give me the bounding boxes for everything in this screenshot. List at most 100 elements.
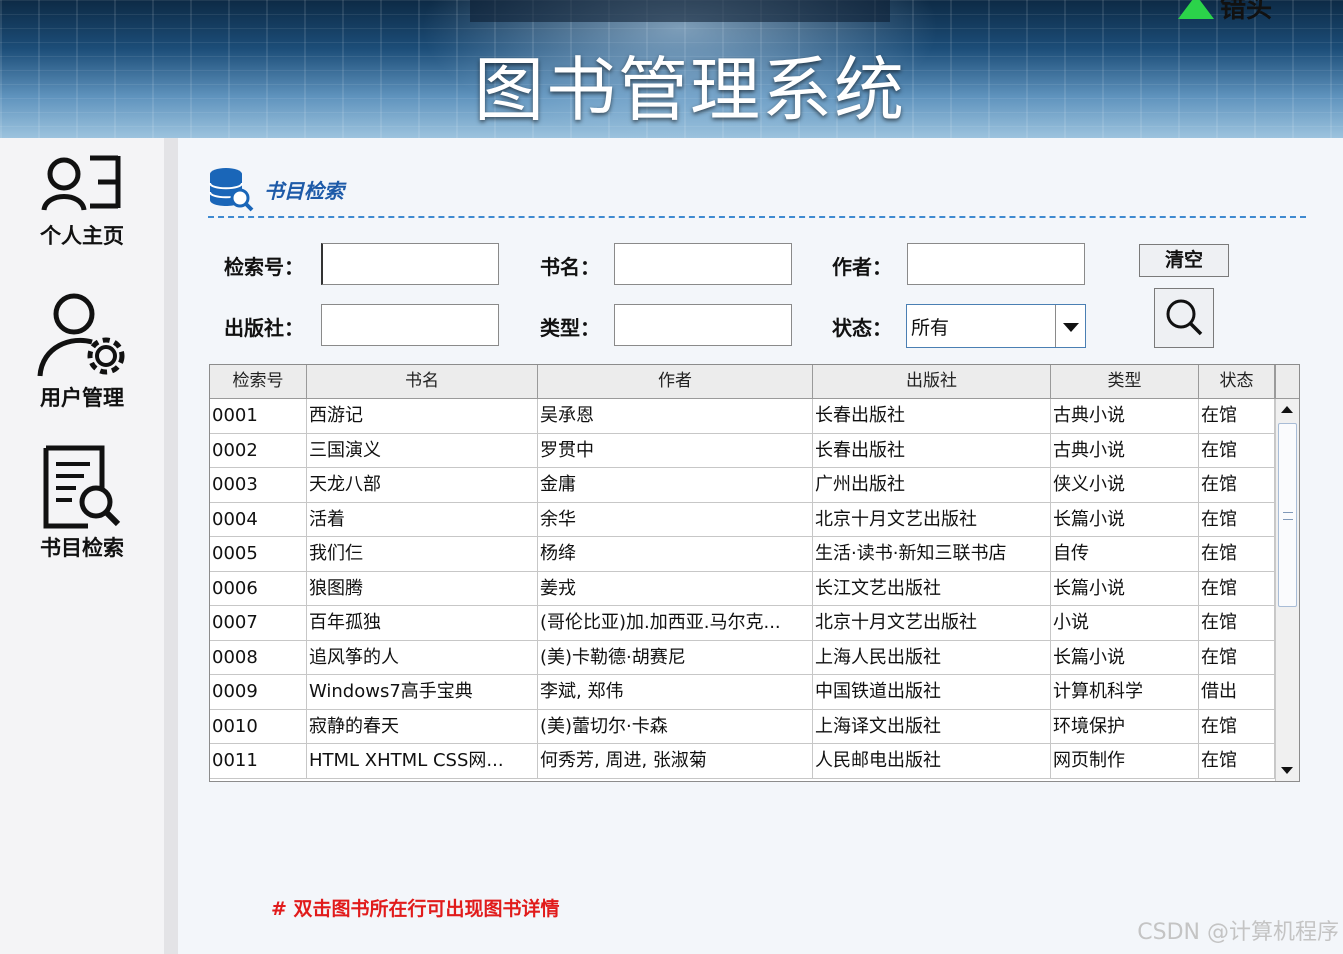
sidebar: 个人主页 用户管理 书目检索 bbox=[0, 138, 164, 954]
author-input[interactable] bbox=[907, 243, 1085, 285]
table-cell: 0001 bbox=[210, 399, 307, 434]
table-row[interactable]: 0005 我们仨 杨绛 生活·读书·新知三联书店 自传 在馆 bbox=[210, 537, 1275, 572]
table-row[interactable]: 0008 追风筝的人 (美)卡勒德·胡赛尼 上海人民出版社 长篇小说 在馆 bbox=[210, 640, 1275, 675]
table-cell: 在馆 bbox=[1199, 399, 1275, 434]
code-input[interactable] bbox=[321, 243, 499, 285]
status-select[interactable]: 所有 bbox=[906, 304, 1086, 348]
table-scrollbar[interactable] bbox=[1275, 399, 1299, 781]
table-row[interactable]: 0004 活着 余华 北京十月文艺出版社 长篇小说 在馆 bbox=[210, 502, 1275, 537]
clear-button[interactable]: 清空 bbox=[1139, 244, 1229, 277]
table-cell: 在馆 bbox=[1199, 537, 1275, 572]
table-cell: 0002 bbox=[210, 433, 307, 468]
exit-label: 错头 bbox=[1220, 0, 1273, 24]
document-search-icon bbox=[43, 445, 121, 529]
table-cell: 小说 bbox=[1051, 606, 1199, 641]
type-label: 类型： bbox=[540, 316, 600, 340]
table-cell: 中国铁道出版社 bbox=[813, 675, 1051, 710]
scroll-down-icon[interactable] bbox=[1276, 759, 1299, 781]
table-cell: 余华 bbox=[538, 502, 813, 537]
table-row[interactable]: 0001 西游记 吴承恩 长春出版社 古典小说 在馆 bbox=[210, 399, 1275, 434]
table-cell: 百年孤独 bbox=[307, 606, 538, 641]
table-cell: 0003 bbox=[210, 468, 307, 503]
table-row[interactable]: 0009 Windows7高手宝典 李斌, 郑伟 中国铁道出版社 计算机科学 借出 bbox=[210, 675, 1275, 710]
sidebar-divider bbox=[164, 138, 178, 954]
table-cell: 0008 bbox=[210, 640, 307, 675]
table-cell: 寂静的春天 bbox=[307, 709, 538, 744]
type-input[interactable] bbox=[614, 304, 792, 346]
exit-button[interactable]: 错头 bbox=[1178, 0, 1272, 25]
table-cell: 人民邮电出版社 bbox=[813, 744, 1051, 779]
table-cell: 姜戎 bbox=[538, 571, 813, 606]
table-cell: 0007 bbox=[210, 606, 307, 641]
scroll-thumb[interactable] bbox=[1278, 423, 1297, 607]
database-search-icon bbox=[209, 168, 254, 212]
table-cell: (美)蕾切尔·卡森 bbox=[538, 709, 813, 744]
table-cell: 吴承恩 bbox=[538, 399, 813, 434]
publisher-label: 出版社： bbox=[224, 316, 304, 340]
column-header[interactable]: 检索号 bbox=[210, 365, 307, 399]
table-row[interactable]: 0010 寂静的春天 (美)蕾切尔·卡森 上海译文出版社 环境保护 在馆 bbox=[210, 709, 1275, 744]
search-button[interactable] bbox=[1154, 288, 1214, 348]
sidebar-item-users[interactable]: 用户管理 bbox=[0, 290, 164, 412]
sidebar-item-label: 书目检索 bbox=[40, 536, 124, 560]
section-divider bbox=[208, 216, 1306, 218]
chevron-down-icon[interactable] bbox=[1055, 305, 1085, 347]
table-cell: 0005 bbox=[210, 537, 307, 572]
name-input[interactable] bbox=[614, 243, 792, 285]
table-cell: 在馆 bbox=[1199, 744, 1275, 779]
table-row[interactable]: 0006 狼图腾 姜戎 长江文艺出版社 长篇小说 在馆 bbox=[210, 571, 1275, 606]
table-cell: 生活·读书·新知三联书店 bbox=[813, 537, 1051, 572]
table-cell: 0004 bbox=[210, 502, 307, 537]
table-row[interactable]: 0011 HTML XHTML CSS网... 何秀芳, 周进, 张淑菊 人民邮电出版… bbox=[210, 744, 1275, 779]
user-settings-icon bbox=[37, 293, 125, 377]
column-header[interactable]: 作者 bbox=[538, 365, 813, 399]
table-cell: HTML XHTML CSS网... bbox=[307, 744, 538, 779]
main-panel: 书目检索 检索号： 书名： 作者： 清空 出版社： 类型： 状态： 所有 检索号… bbox=[178, 138, 1343, 954]
table-cell: Windows7高手宝典 bbox=[307, 675, 538, 710]
table-cell: 三国演义 bbox=[307, 433, 538, 468]
table-cell: 计算机科学 bbox=[1051, 675, 1199, 710]
table-body: 0001 西游记 吴承恩 长春出版社 古典小说 在馆 0002 三国演义 罗贯中 长春出版社 古典小… bbox=[210, 399, 1275, 779]
section-header: 书目检索 bbox=[208, 166, 344, 212]
table-cell: 在馆 bbox=[1199, 640, 1275, 675]
sidebar-item-label: 用户管理 bbox=[40, 386, 124, 410]
table-cell: 狼图腾 bbox=[307, 571, 538, 606]
table-row[interactable]: 0003 天龙八部 金庸 广州出版社 侠义小说 在馆 bbox=[210, 468, 1275, 503]
table-cell: 我们仨 bbox=[307, 537, 538, 572]
table-cell: 长江文艺出版社 bbox=[813, 571, 1051, 606]
app-title: 图书管理系统 bbox=[474, 49, 906, 131]
table-cell: 长篇小说 bbox=[1051, 640, 1199, 675]
table-cell: 何秀芳, 周进, 张淑菊 bbox=[538, 744, 813, 779]
sidebar-item-label: 个人主页 bbox=[40, 224, 124, 248]
column-header[interactable]: 状态 bbox=[1199, 365, 1275, 399]
banner-shade bbox=[470, 0, 890, 22]
table-cell: 古典小说 bbox=[1051, 399, 1199, 434]
table-header: 检索号 书名 作者 出版社 类型 状态 bbox=[210, 365, 1275, 399]
column-header[interactable]: 类型 bbox=[1051, 365, 1199, 399]
table-cell: 广州出版社 bbox=[813, 468, 1051, 503]
table-cell: 0010 bbox=[210, 709, 307, 744]
table-cell: 长春出版社 bbox=[813, 433, 1051, 468]
section-title: 书目检索 bbox=[264, 178, 344, 203]
table-cell: 长篇小说 bbox=[1051, 571, 1199, 606]
table-cell: 0009 bbox=[210, 675, 307, 710]
column-header[interactable]: 书名 bbox=[307, 365, 538, 399]
table-cell: 在馆 bbox=[1199, 502, 1275, 537]
table-cell: (哥伦比亚)加.加西亚.马尔克... bbox=[538, 606, 813, 641]
user-profile-icon bbox=[41, 155, 121, 211]
sidebar-item-profile[interactable]: 个人主页 bbox=[0, 152, 164, 250]
table-cell: 在馆 bbox=[1199, 433, 1275, 468]
table-cell: 在馆 bbox=[1199, 468, 1275, 503]
column-header[interactable]: 出版社 bbox=[813, 365, 1051, 399]
status-label: 状态： bbox=[832, 316, 892, 340]
sidebar-item-book-search[interactable]: 书目检索 bbox=[0, 444, 164, 562]
hint-text: # 双击图书所在行可出现图书详情 bbox=[271, 898, 560, 920]
table-cell: 金庸 bbox=[538, 468, 813, 503]
table-cell: 在馆 bbox=[1199, 709, 1275, 744]
scroll-up-icon[interactable] bbox=[1276, 399, 1299, 421]
table-cell: 罗贯中 bbox=[538, 433, 813, 468]
table-cell: 古典小说 bbox=[1051, 433, 1199, 468]
publisher-input[interactable] bbox=[321, 304, 499, 346]
table-row[interactable]: 0007 百年孤独 (哥伦比亚)加.加西亚.马尔克... 北京十月文艺出版社 小说 在馆 bbox=[210, 606, 1275, 641]
table-row[interactable]: 0002 三国演义 罗贯中 长春出版社 古典小说 在馆 bbox=[210, 433, 1275, 468]
